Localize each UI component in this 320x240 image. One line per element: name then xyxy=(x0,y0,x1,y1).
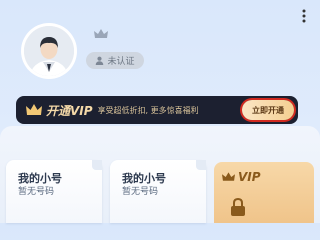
sub-account-number: 暂无号码 xyxy=(18,187,55,197)
lock-icon xyxy=(231,198,245,216)
vip-crown-icon xyxy=(222,172,235,181)
vip-account-card[interactable]: VIP xyxy=(214,162,314,223)
vip-banner-desc: 享受超低折扣, 更多惊喜福利 xyxy=(97,105,199,115)
vip-banner[interactable]: 开通VIP 享受超低折扣, 更多惊喜福利 立即开通 xyxy=(16,96,298,124)
crown-icon xyxy=(94,29,108,38)
vip-card-label: VIP xyxy=(238,170,261,184)
more-menu-button[interactable] xyxy=(294,6,314,26)
verification-badge[interactable]: 未认证 xyxy=(86,52,144,69)
vip-crown-icon xyxy=(26,104,42,115)
more-vertical-icon xyxy=(302,9,306,23)
open-vip-button[interactable]: 立即开通 xyxy=(242,100,294,120)
verification-status-label: 未认证 xyxy=(107,57,135,67)
user-icon xyxy=(96,56,104,65)
sub-account-number: 暂无号码 xyxy=(122,187,159,197)
vip-banner-title: 开通VIP xyxy=(46,103,93,118)
sub-account-card-1[interactable]: 我的小号 暂无号码 xyxy=(6,160,102,223)
sub-account-card-2[interactable]: 我的小号 暂无号码 xyxy=(110,160,206,223)
avatar[interactable] xyxy=(24,26,74,76)
avatar-person-icon xyxy=(24,26,74,76)
